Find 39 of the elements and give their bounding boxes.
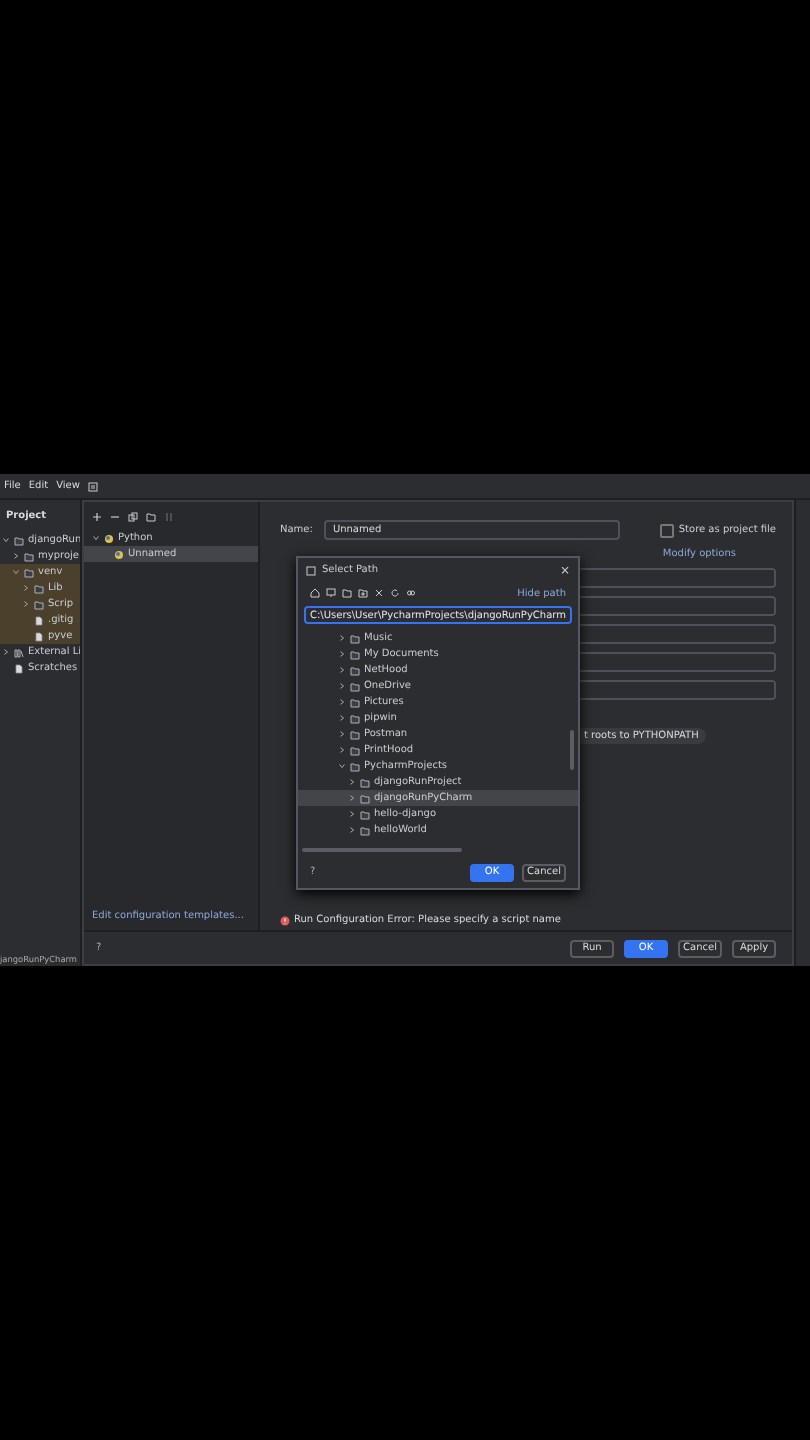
dialog-icon [306, 565, 316, 575]
desktop-icon[interactable] [326, 588, 336, 598]
chevron-right-icon[interactable] [348, 778, 356, 786]
chevron-down-icon[interactable] [338, 762, 346, 770]
chevron-right-icon[interactable] [22, 584, 30, 592]
chevron-right-icon[interactable] [338, 746, 346, 754]
chevron-right-icon[interactable] [338, 650, 346, 658]
link-icon[interactable] [406, 588, 416, 598]
chevron-right-icon[interactable] [338, 698, 346, 706]
chevron-right-icon[interactable] [2, 648, 10, 656]
checkbox[interactable] [660, 523, 675, 537]
file-icon [14, 663, 24, 673]
project-icon[interactable] [342, 588, 352, 598]
chevron-down-icon[interactable] [12, 568, 20, 576]
chevron-right-icon[interactable] [348, 794, 356, 802]
chevron-down-icon[interactable] [2, 536, 10, 544]
new-folder-icon[interactable] [358, 588, 368, 598]
chevron-right-icon[interactable] [12, 552, 20, 560]
library-icon [14, 647, 24, 657]
home-icon[interactable] [310, 588, 320, 598]
chevron-right-icon[interactable] [338, 682, 346, 690]
chevron-right-icon[interactable] [348, 810, 356, 818]
chevron-down-icon[interactable] [92, 534, 100, 542]
scrollbar[interactable] [570, 730, 574, 770]
refresh-icon[interactable] [390, 588, 400, 598]
remove-icon[interactable] [110, 511, 120, 521]
copy-icon[interactable] [128, 511, 138, 521]
chevron-right-icon[interactable] [22, 600, 30, 608]
chevron-right-icon[interactable] [338, 730, 346, 738]
chevron-right-icon[interactable] [338, 634, 346, 642]
chevron-right-icon[interactable] [338, 666, 346, 674]
scrollbar[interactable] [302, 848, 462, 852]
folder-icon[interactable] [146, 511, 156, 521]
chevron-right-icon[interactable] [338, 714, 346, 722]
error-icon [280, 915, 290, 925]
window-icon[interactable] [87, 481, 98, 491]
chevron-right-icon[interactable] [348, 826, 356, 834]
delete-icon[interactable] [374, 588, 384, 598]
add-icon[interactable] [92, 511, 102, 521]
